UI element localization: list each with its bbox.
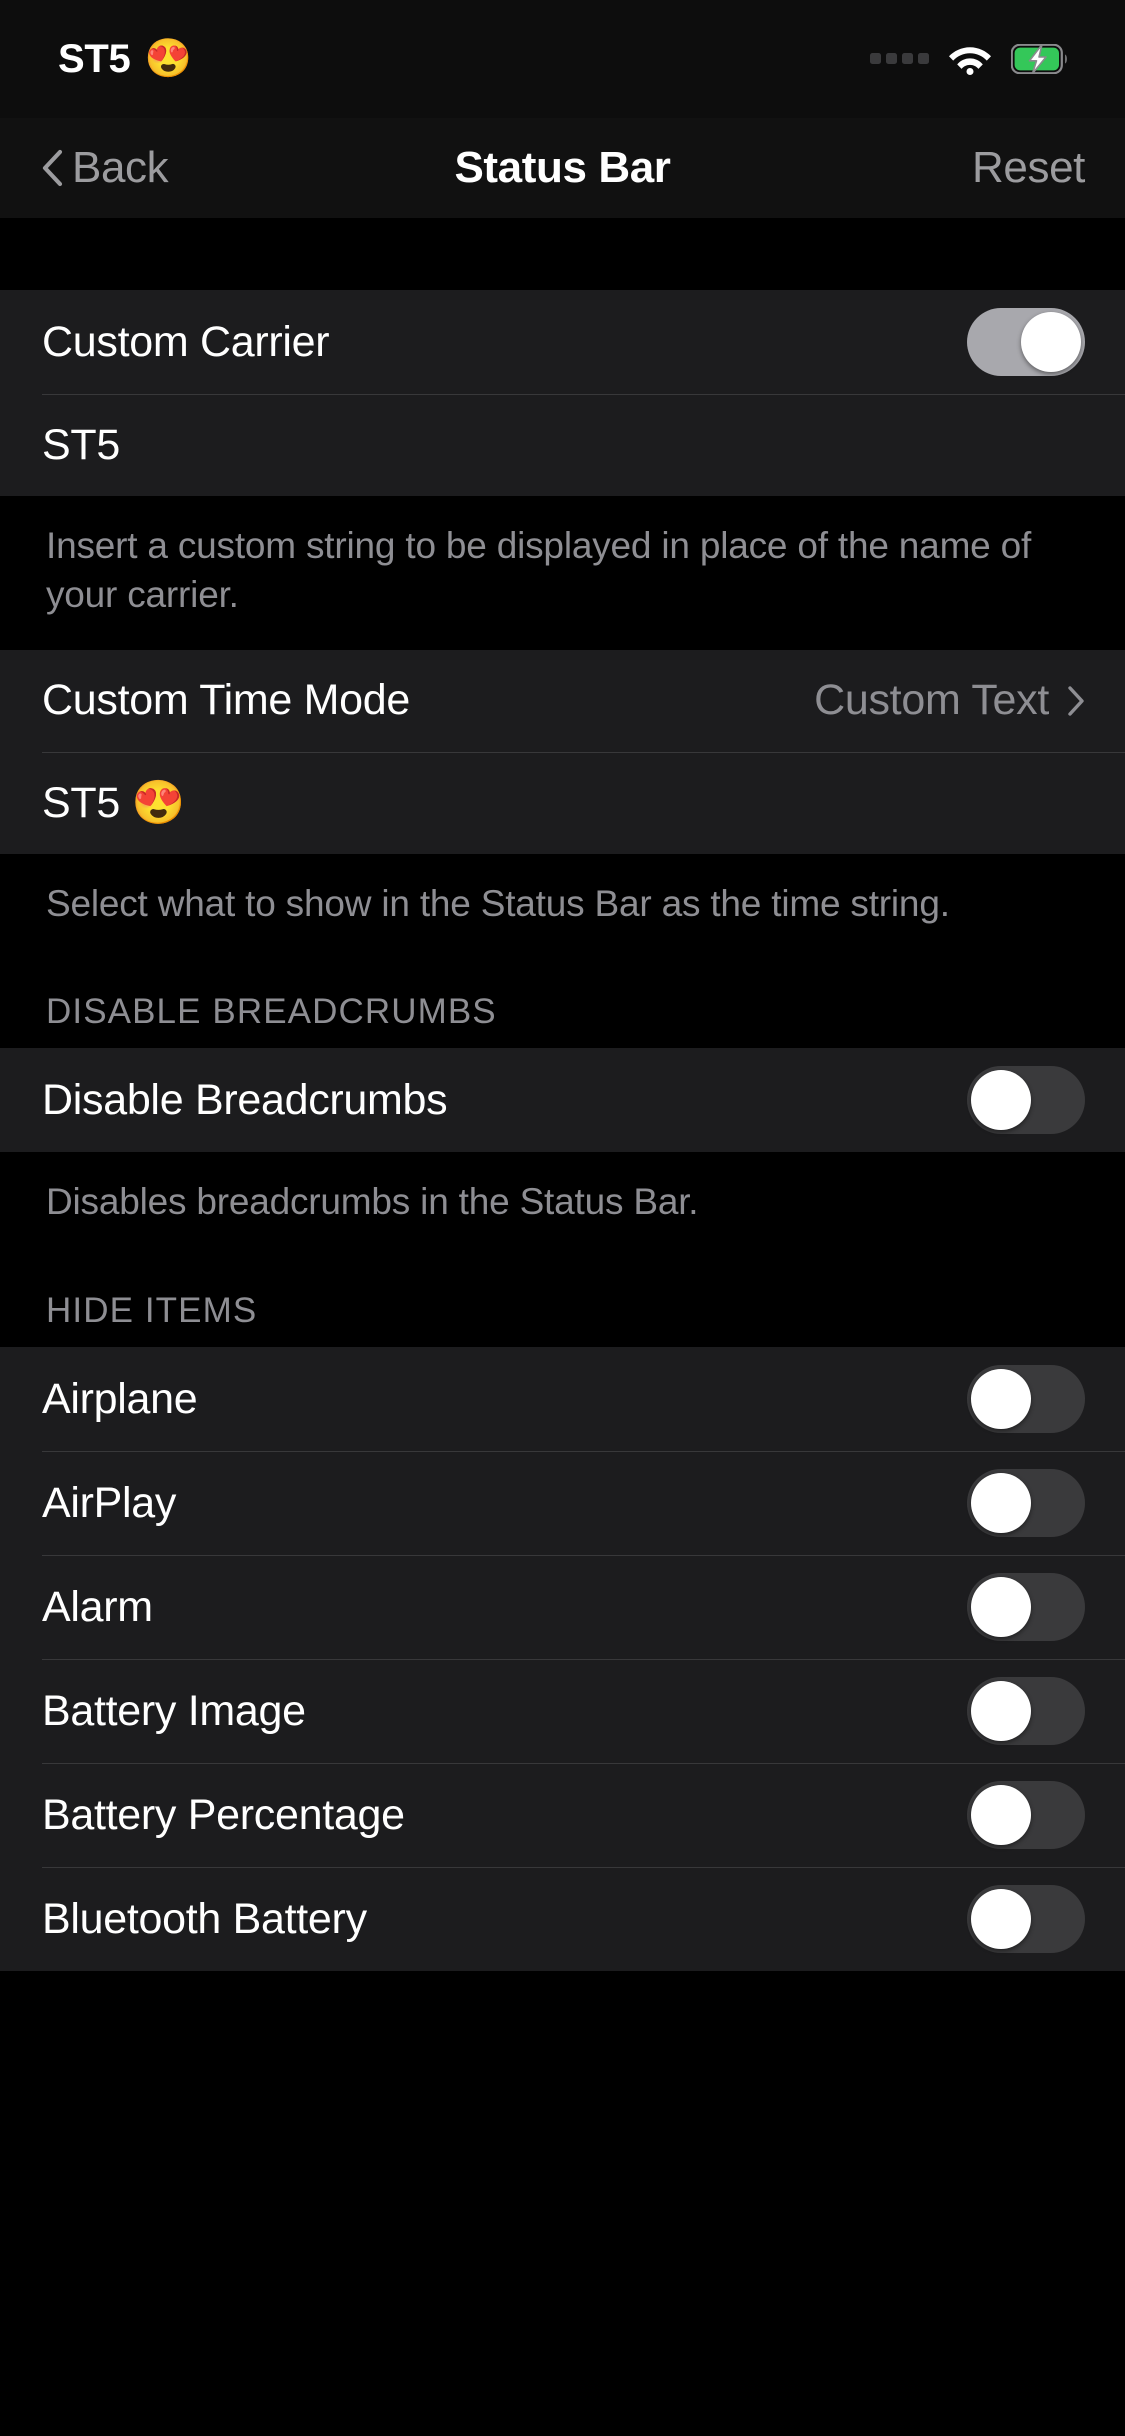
custom-time-group: Custom Time Mode Custom Text ST5 😍 — [0, 649, 1125, 854]
hide-item-toggle[interactable] — [967, 1469, 1085, 1538]
custom-carrier-label: Custom Carrier — [42, 317, 330, 366]
custom-time-mode-value: Custom Text — [814, 676, 1049, 725]
row-hide-item[interactable]: Bluetooth Battery — [0, 1867, 1125, 1972]
hide-item-label: Battery Percentage — [42, 1790, 405, 1839]
status-bar-carrier-label: ST5 — [58, 37, 131, 81]
hide-item-toggle[interactable] — [967, 1365, 1085, 1434]
signal-dots-icon — [870, 52, 929, 66]
toggle-knob — [971, 1070, 1031, 1131]
hide-items-group: Airplane AirPlay Alarm Battery Image Battery… — [0, 1347, 1125, 1972]
row-custom-carrier[interactable]: Custom Carrier — [0, 290, 1125, 394]
battery-charging-icon — [1011, 44, 1067, 74]
hide-item-toggle[interactable] — [967, 1677, 1085, 1746]
toggle-knob — [971, 1681, 1031, 1742]
carrier-footer-text: Insert a custom string to be displayed i… — [0, 496, 1125, 650]
hide-item-label: Airplane — [42, 1374, 198, 1423]
section-spacer-top — [0, 218, 1125, 290]
disable-breadcrumbs-group: Disable Breadcrumbs — [0, 1048, 1125, 1153]
row-hide-item[interactable]: Battery Image — [0, 1659, 1125, 1764]
iphone-screen: ST5 😍 Back Status Bar Reset Custom Carri… — [0, 0, 1125, 2436]
back-button-label: Back — [72, 143, 169, 192]
custom-carrier-toggle[interactable] — [967, 308, 1085, 376]
row-hide-item[interactable]: AirPlay — [0, 1451, 1125, 1556]
toggle-knob — [971, 1577, 1031, 1638]
row-custom-time-mode[interactable]: Custom Time Mode Custom Text — [0, 649, 1125, 752]
heart-eyes-emoji-icon: 😍 — [144, 38, 192, 80]
reset-button[interactable]: Reset — [972, 143, 1085, 193]
row-carrier-textfield[interactable]: ST5 — [0, 394, 1125, 496]
hide-item-label: Battery Image — [42, 1686, 306, 1735]
hide-item-toggle[interactable] — [967, 1781, 1085, 1850]
carrier-text-input[interactable]: ST5 — [42, 421, 120, 470]
breadcrumbs-footer-text: Disables breadcrumbs in the Status Bar. — [0, 1152, 1125, 1258]
toggle-knob — [971, 1473, 1031, 1534]
hide-item-label: Bluetooth Battery — [42, 1894, 367, 1943]
custom-carrier-group: Custom Carrier ST5 — [0, 290, 1125, 496]
chevron-left-icon — [42, 149, 63, 187]
hide-item-toggle[interactable] — [967, 1885, 1085, 1954]
status-bar-right — [870, 44, 1069, 75]
hide-items-header: HIDE ITEMS — [0, 1257, 1125, 1348]
time-text-input[interactable]: ST5 😍 — [42, 778, 185, 828]
page-title: Status Bar — [454, 143, 671, 192]
row-time-textfield[interactable]: ST5 😍 — [0, 751, 1125, 854]
disable-breadcrumbs-label: Disable Breadcrumbs — [42, 1075, 448, 1124]
back-button[interactable]: Back — [40, 143, 169, 193]
disable-breadcrumbs-toggle[interactable] — [967, 1066, 1085, 1135]
row-hide-item[interactable]: Airplane — [0, 1347, 1125, 1452]
status-bar: ST5 😍 — [0, 0, 1125, 118]
row-hide-item[interactable]: Battery Percentage — [0, 1763, 1125, 1868]
navigation-bar: Back Status Bar Reset — [0, 118, 1125, 218]
hide-item-label: AirPlay — [42, 1478, 177, 1527]
hide-item-toggle[interactable] — [967, 1573, 1085, 1642]
disable-breadcrumbs-header: DISABLE BREADCRUMBS — [0, 958, 1125, 1049]
toggle-knob — [971, 1369, 1031, 1430]
time-footer-text: Select what to show in the Status Bar as… — [0, 853, 1125, 959]
chevron-right-icon — [1068, 685, 1084, 716]
custom-time-mode-label: Custom Time Mode — [42, 676, 410, 725]
status-bar-left: ST5 😍 — [58, 39, 192, 79]
toggle-knob — [971, 1785, 1031, 1846]
wifi-icon — [949, 46, 991, 75]
hide-item-label: Alarm — [42, 1582, 153, 1631]
toggle-knob — [1021, 312, 1081, 372]
row-hide-item[interactable]: Alarm — [0, 1555, 1125, 1660]
toggle-knob — [971, 1889, 1031, 1950]
row-disable-breadcrumbs[interactable]: Disable Breadcrumbs — [0, 1048, 1125, 1153]
